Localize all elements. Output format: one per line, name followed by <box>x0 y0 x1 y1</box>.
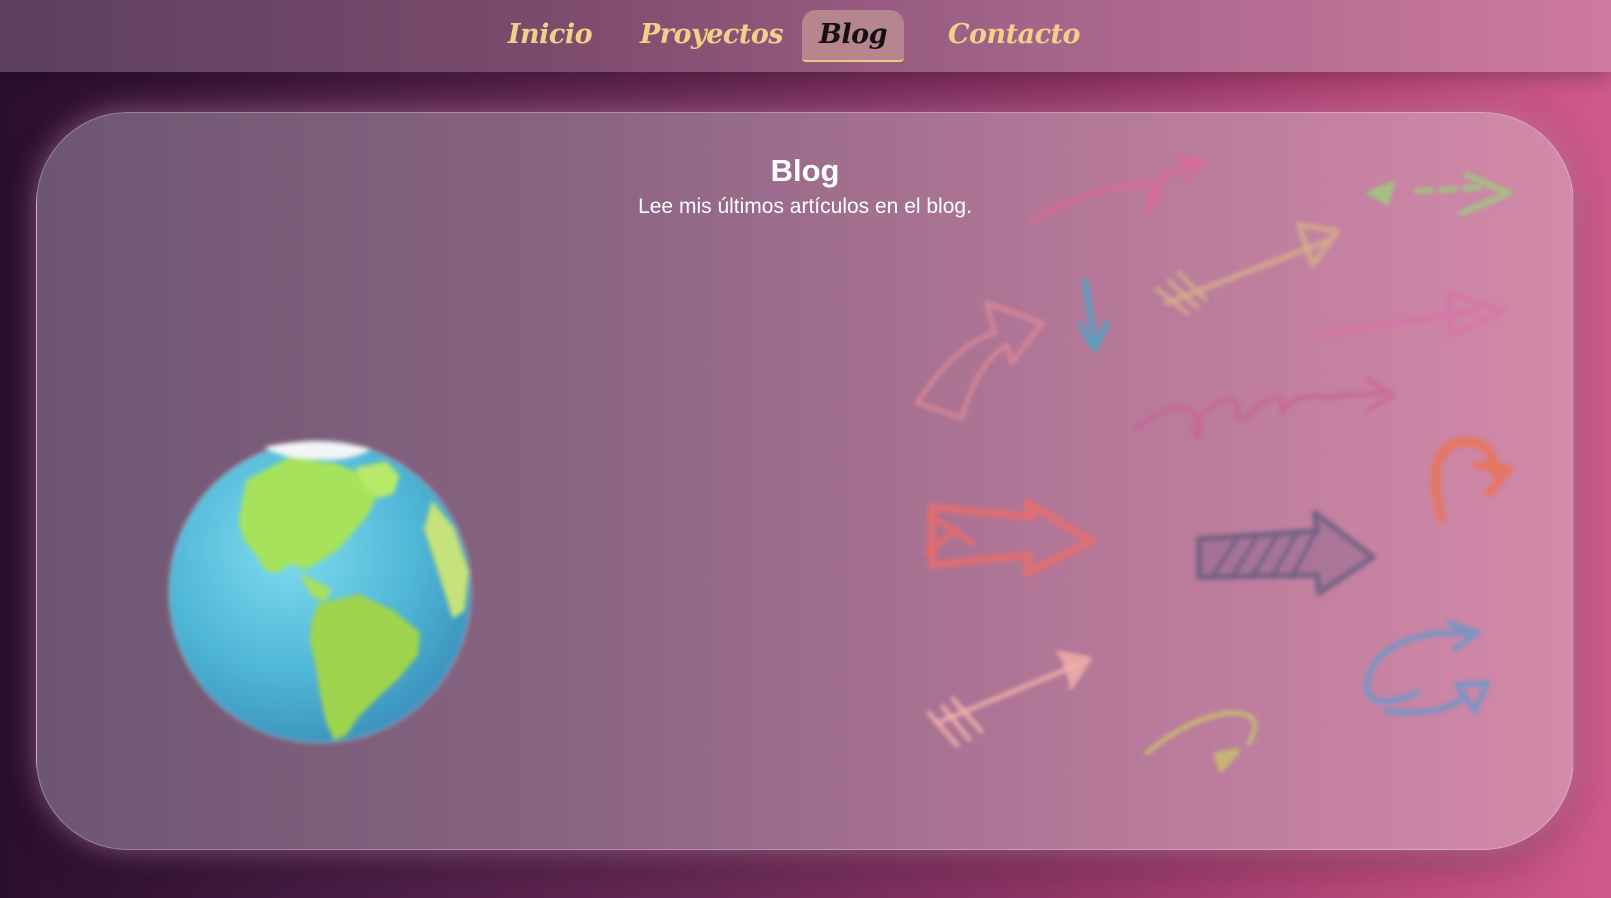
doodle-arrows-icon <box>914 156 1514 772</box>
nav-link-inicio[interactable]: Inicio <box>505 10 595 60</box>
nav-link-blog[interactable]: Blog <box>802 10 904 62</box>
blog-card: Blog Lee mis últimos artículos en el blo… <box>36 112 1574 850</box>
nav-link-proyectos[interactable]: Proyectos <box>640 10 784 60</box>
top-navbar: Inicio Proyectos Blog Contacto <box>0 0 1611 72</box>
nav-link-contacto[interactable]: Contacto <box>948 10 1081 60</box>
